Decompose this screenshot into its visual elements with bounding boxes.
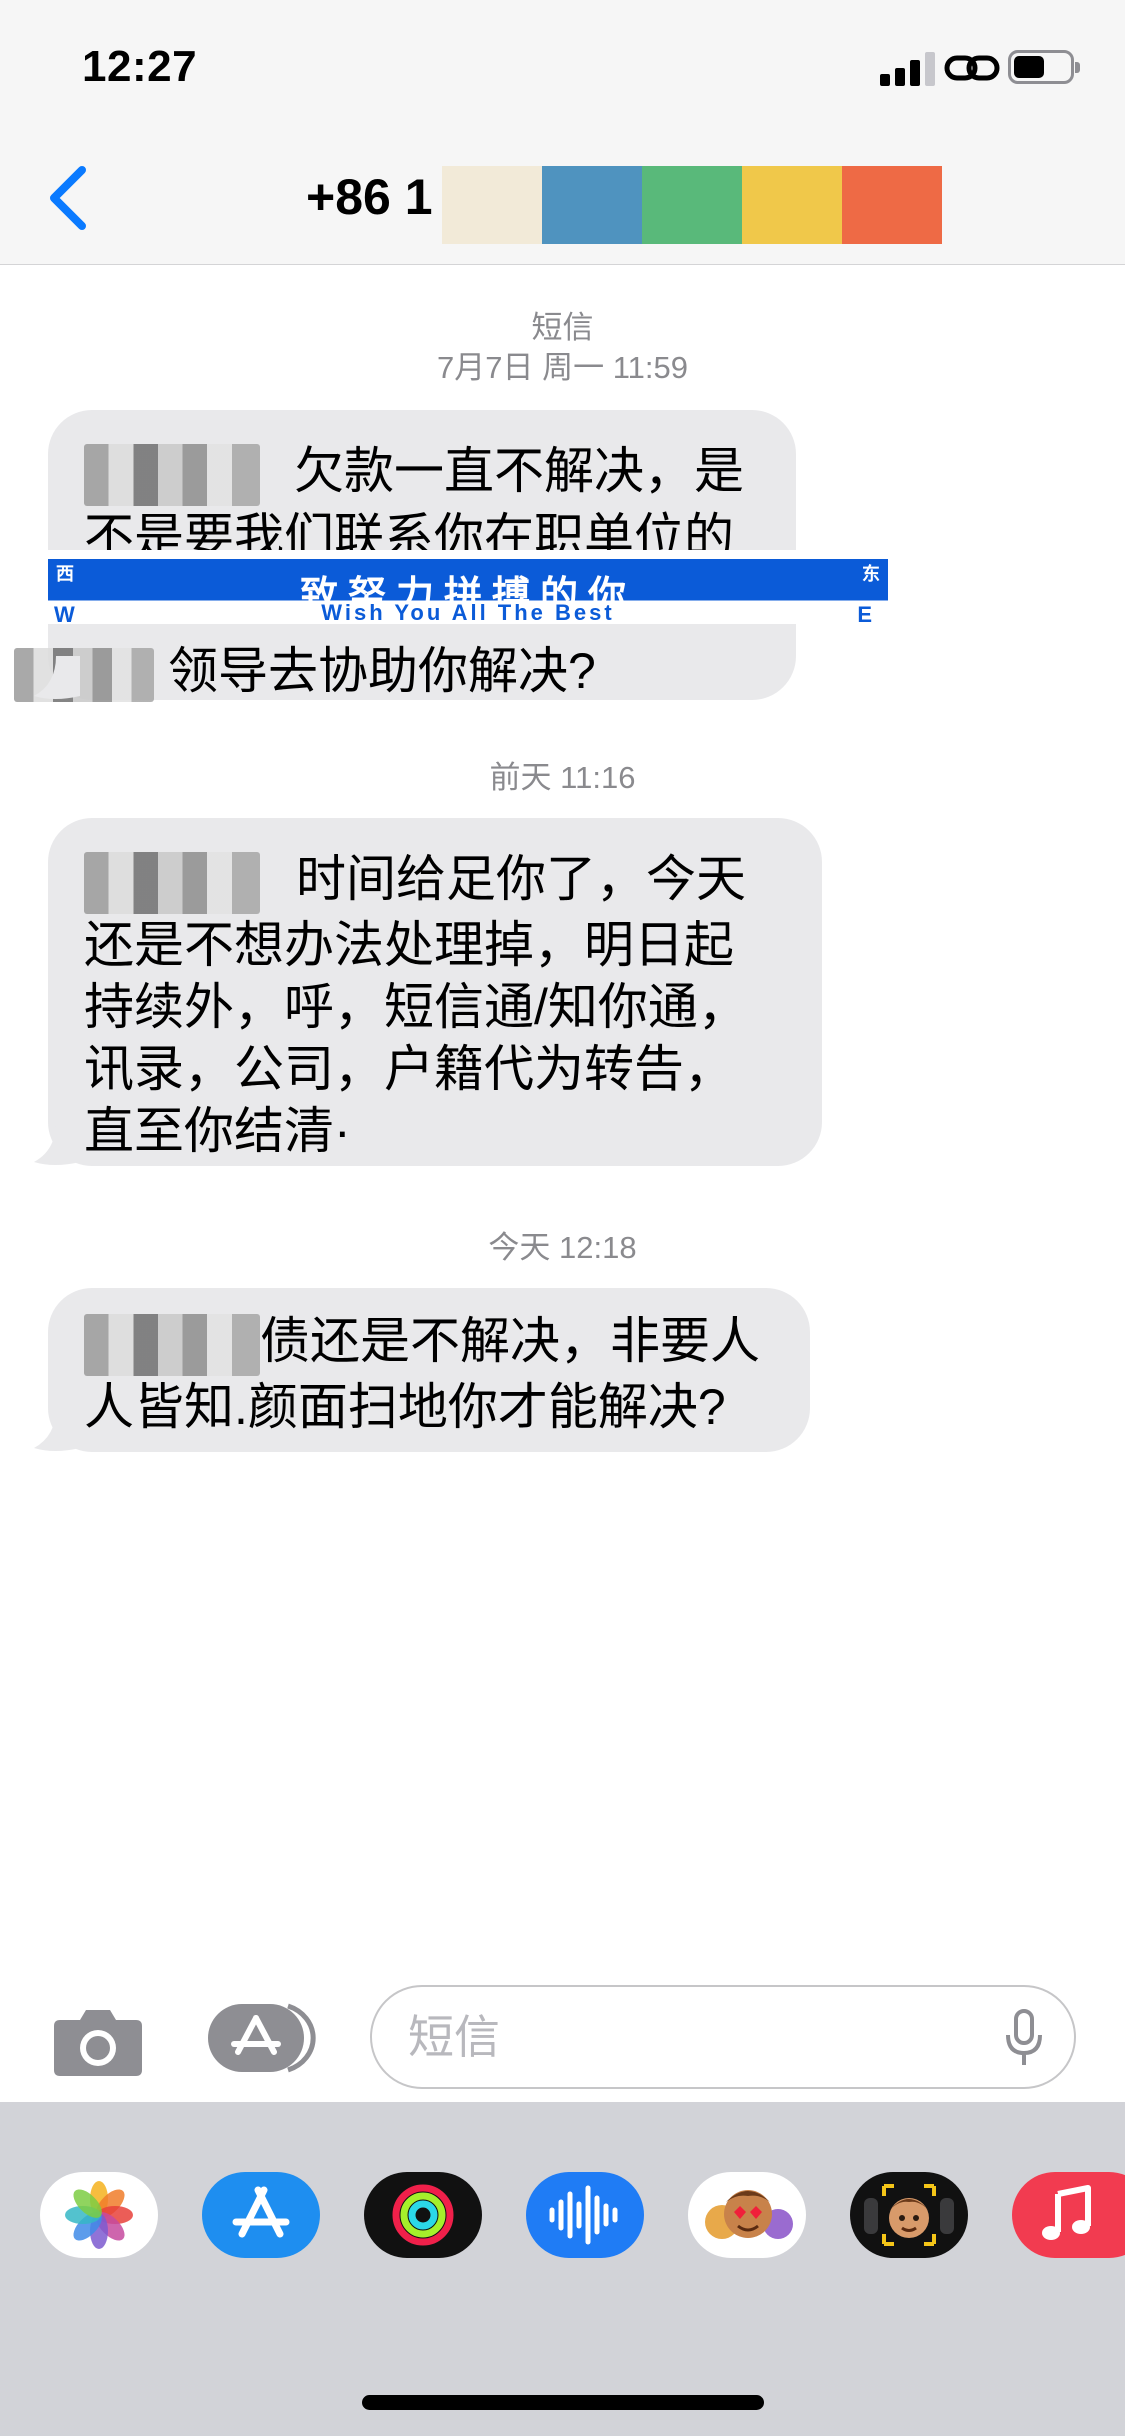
audio-message-icon[interactable] [526, 2172, 644, 2258]
cellular-signal-icon [880, 50, 936, 86]
bubble-tail [34, 1122, 80, 1165]
fitness-app-icon[interactable] [364, 2172, 482, 2258]
message-text: 欠款一直不解决，是 [294, 443, 744, 499]
message-bubble[interactable]: 时间给足你了，今天 还是不想办法处理掉，明日起 持续外，呼，短信通/知你通， 讯… [34, 818, 822, 1166]
message-text: 讯录，公司，户籍代为转告， [84, 1040, 734, 1097]
header: 12:27 +86 1 [0, 0, 1125, 265]
redacted-name [84, 851, 260, 914]
redacted-name [84, 443, 260, 506]
message-text: 领导去协助你解决? [168, 642, 596, 699]
message-input[interactable] [408, 2005, 968, 2069]
message-bubble[interactable]: 债还是不解决，非要人 人皆知.颜面扫地你才能解决? [34, 1288, 810, 1452]
message-timestamp: 7月7日 周一 11:59 [437, 350, 688, 385]
battery-icon [1008, 50, 1080, 84]
back-button[interactable] [40, 160, 100, 236]
message-input-field[interactable] [370, 1985, 1076, 2089]
redacted-name [84, 1313, 260, 1376]
banner-subtitle: Wish You All The Best [321, 600, 615, 625]
status-time: 12:27 [82, 42, 198, 91]
overlay-banner-image: 西 东 致努力拼搏的你 W Wish You All The Best E [48, 550, 888, 627]
message-text: 持续外，呼，短信通/知你通， [84, 978, 748, 1035]
message-text: 时间给足你了，今天 [296, 851, 746, 907]
music-app-icon[interactable] [1012, 2172, 1125, 2258]
contact-name[interactable]: +86 1 [306, 168, 433, 226]
home-indicator[interactable] [362, 2395, 764, 2410]
bubble-tail [34, 1408, 80, 1451]
memoji-stickers-icon[interactable] [688, 2172, 806, 2258]
message-timestamp: 前天 11:16 [489, 760, 636, 795]
message-timestamp: 今天 12:18 [488, 1230, 637, 1265]
message-text: 人皆知.颜面扫地你才能解决? [84, 1378, 726, 1435]
message-text: 直至你结清· [84, 1102, 351, 1159]
message-text: 还是不想办法处理掉，明日起 [84, 916, 734, 973]
memoji-icon[interactable] [850, 2172, 968, 2258]
redacted-phone-number [442, 166, 942, 244]
message-text: 债还是不解决，非要人 [260, 1313, 760, 1369]
photos-app-icon[interactable] [40, 2172, 158, 2258]
imessage-app-drawer [0, 2102, 1125, 2436]
personal-hotspot-icon [944, 55, 1000, 81]
microphone-icon[interactable] [1004, 2009, 1044, 2069]
compose-bar [0, 1960, 1125, 2100]
service-label: 短信 [531, 310, 594, 345]
bubble-tail [34, 656, 80, 699]
banner-corner-text: E [857, 602, 872, 627]
app-store-drawer-button[interactable] [206, 2000, 320, 2076]
app-store-icon[interactable] [202, 2172, 320, 2258]
camera-icon[interactable] [52, 2006, 144, 2078]
